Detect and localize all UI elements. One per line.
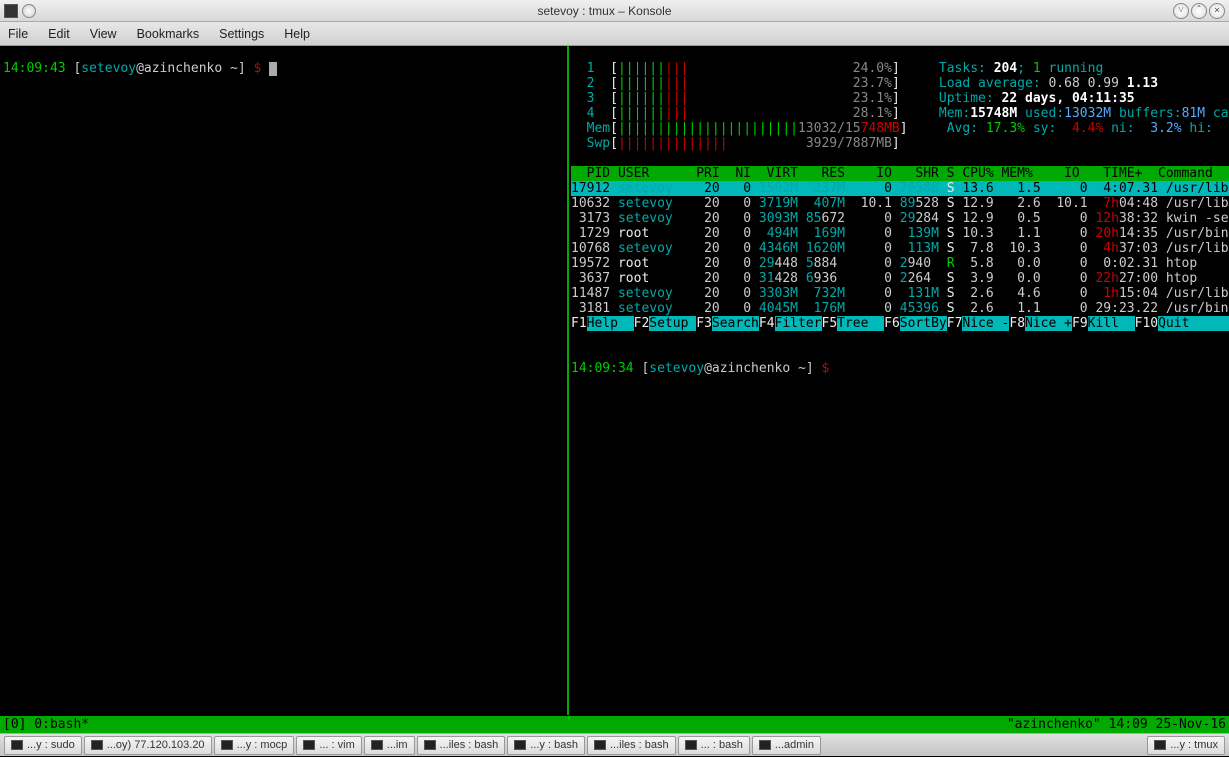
maximize-button[interactable]: ˆ (1191, 3, 1207, 19)
task-label: ...y : bash (530, 739, 578, 751)
minimize-button[interactable]: ˅ (1173, 3, 1189, 19)
tmux-statusbar: [0] 0:bash* "azinchenko" 14:09 25-Nov-16 (0, 716, 1229, 733)
taskbar-item[interactable]: ...admin (752, 736, 821, 755)
window-title: setevoy : tmux – Konsole (36, 4, 1173, 18)
pane-divider[interactable] (567, 46, 569, 715)
terminal-icon (685, 740, 697, 750)
task-label: ...y : sudo (27, 739, 75, 751)
terminal-icon (221, 740, 233, 750)
menubar: File Edit View Bookmarks Settings Help (0, 22, 1229, 46)
task-label: ...iles : bash (440, 739, 499, 751)
tmux-status-right: "azinchenko" 14:09 25-Nov-16 (1007, 717, 1226, 732)
terminal-icon (371, 740, 383, 750)
task-label: ...y : tmux (1170, 739, 1218, 751)
task-label: ... : vim (319, 739, 354, 751)
menu-settings[interactable]: Settings (219, 27, 264, 41)
terminal-icon (91, 740, 103, 750)
task-label: ...im (387, 739, 408, 751)
terminal-icon (424, 740, 436, 750)
terminal-icon (514, 740, 526, 750)
left-prompt: 14:09:43 [setevoy@azinchenko ~] $ (3, 61, 566, 76)
close-button[interactable]: × (1209, 3, 1225, 19)
right-prompt: 14:09:34 [setevoy@azinchenko ~] $ (571, 361, 1229, 376)
taskbar-item[interactable]: ... : vim (296, 736, 361, 755)
taskbar-item[interactable]: ... : bash (678, 736, 750, 755)
tmux-pane-right[interactable]: 1 [||||||||| 24.0%] Tasks: 204; 1 runnin… (571, 46, 1229, 715)
terminal-icon (11, 740, 23, 750)
taskbar-item[interactable]: ...im (364, 736, 415, 755)
taskbar-item[interactable]: ...y : sudo (4, 736, 82, 755)
task-label: ...y : mocp (237, 739, 288, 751)
taskbar-item[interactable]: ...oy) 77.120.103.20 (84, 736, 212, 755)
window-titlebar: setevoy : tmux – Konsole ˅ ˆ × (0, 0, 1229, 22)
menu-help[interactable]: Help (284, 27, 310, 41)
app-icon (4, 4, 18, 18)
tmux-pane-left[interactable]: 14:09:43 [setevoy@azinchenko ~] $ (3, 46, 566, 715)
menu-view[interactable]: View (90, 27, 117, 41)
htop-output: 1 [||||||||| 24.0%] Tasks: 204; 1 runnin… (571, 61, 1229, 331)
task-label: ...oy) 77.120.103.20 (107, 739, 205, 751)
taskbar-item[interactable]: ...y : bash (507, 736, 585, 755)
taskbar-item[interactable]: ...y : mocp (214, 736, 295, 755)
menu-dot[interactable] (22, 4, 36, 18)
taskbar-item[interactable]: ...iles : bash (587, 736, 676, 755)
terminal-icon (594, 740, 606, 750)
taskbar-item[interactable]: ...iles : bash (417, 736, 506, 755)
terminal-area[interactable]: 14:09:43 [setevoy@azinchenko ~] $ 1 [|||… (0, 46, 1229, 733)
tmux-status-left: [0] 0:bash* (3, 717, 89, 732)
menu-bookmarks[interactable]: Bookmarks (137, 27, 200, 41)
task-label: ...admin (775, 739, 814, 751)
menu-edit[interactable]: Edit (48, 27, 70, 41)
terminal-icon (303, 740, 315, 750)
taskbar-item[interactable]: ...y : tmux (1147, 736, 1225, 755)
task-label: ... : bash (701, 739, 743, 751)
terminal-icon (1154, 740, 1166, 750)
menu-file[interactable]: File (8, 27, 28, 41)
task-label: ...iles : bash (610, 739, 669, 751)
taskbar: ...y : sudo ...oy) 77.120.103.20 ...y : mo… (0, 733, 1229, 756)
cursor-icon (269, 62, 277, 76)
terminal-icon (759, 740, 771, 750)
